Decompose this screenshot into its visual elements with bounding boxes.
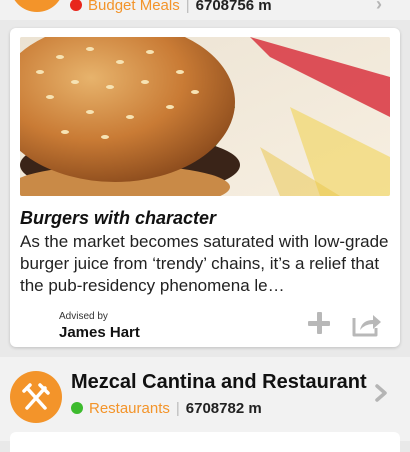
previous-item-avatar bbox=[10, 0, 64, 12]
chevron-right-icon[interactable] bbox=[374, 383, 388, 403]
next-card-peek bbox=[10, 432, 400, 452]
article-title[interactable]: Burgers with character bbox=[20, 208, 216, 229]
article-card[interactable]: Burgers with character As the market bec… bbox=[10, 28, 400, 347]
previous-item-meta: Budget Meals | 6708756 m bbox=[70, 0, 272, 15]
advisor-name[interactable]: James Hart bbox=[59, 324, 140, 341]
chevron-right-icon[interactable]: › bbox=[376, 0, 382, 15]
venue-header[interactable]: Mezcal Cantina and Restaurant Restaurant… bbox=[0, 357, 410, 441]
advised-by-label: Advised by bbox=[59, 311, 108, 322]
previous-item-distance: 6708756 m bbox=[195, 0, 272, 14]
previous-item-header[interactable]: Budget Meals | 6708756 m › bbox=[0, 0, 410, 20]
venue-distance: 6708782 m bbox=[185, 400, 262, 417]
venue-name[interactable]: Mezcal Cantina and Restaurant bbox=[71, 371, 367, 394]
article-excerpt: As the market becomes saturated with low… bbox=[20, 232, 389, 295]
venue-meta: Restaurants | 6708782 m bbox=[71, 400, 262, 418]
burger-photo-art bbox=[20, 37, 390, 196]
previous-item-category: Budget Meals bbox=[88, 0, 180, 14]
fork-knife-icon bbox=[10, 371, 62, 423]
meta-separator: | bbox=[175, 400, 180, 417]
status-dot-red bbox=[70, 0, 82, 11]
meta-separator: | bbox=[185, 0, 190, 14]
plus-icon[interactable] bbox=[306, 310, 332, 336]
status-dot-green bbox=[71, 402, 83, 414]
share-icon[interactable] bbox=[352, 311, 382, 337]
venue-category: Restaurants bbox=[89, 400, 170, 417]
burger-photo[interactable] bbox=[20, 37, 390, 196]
